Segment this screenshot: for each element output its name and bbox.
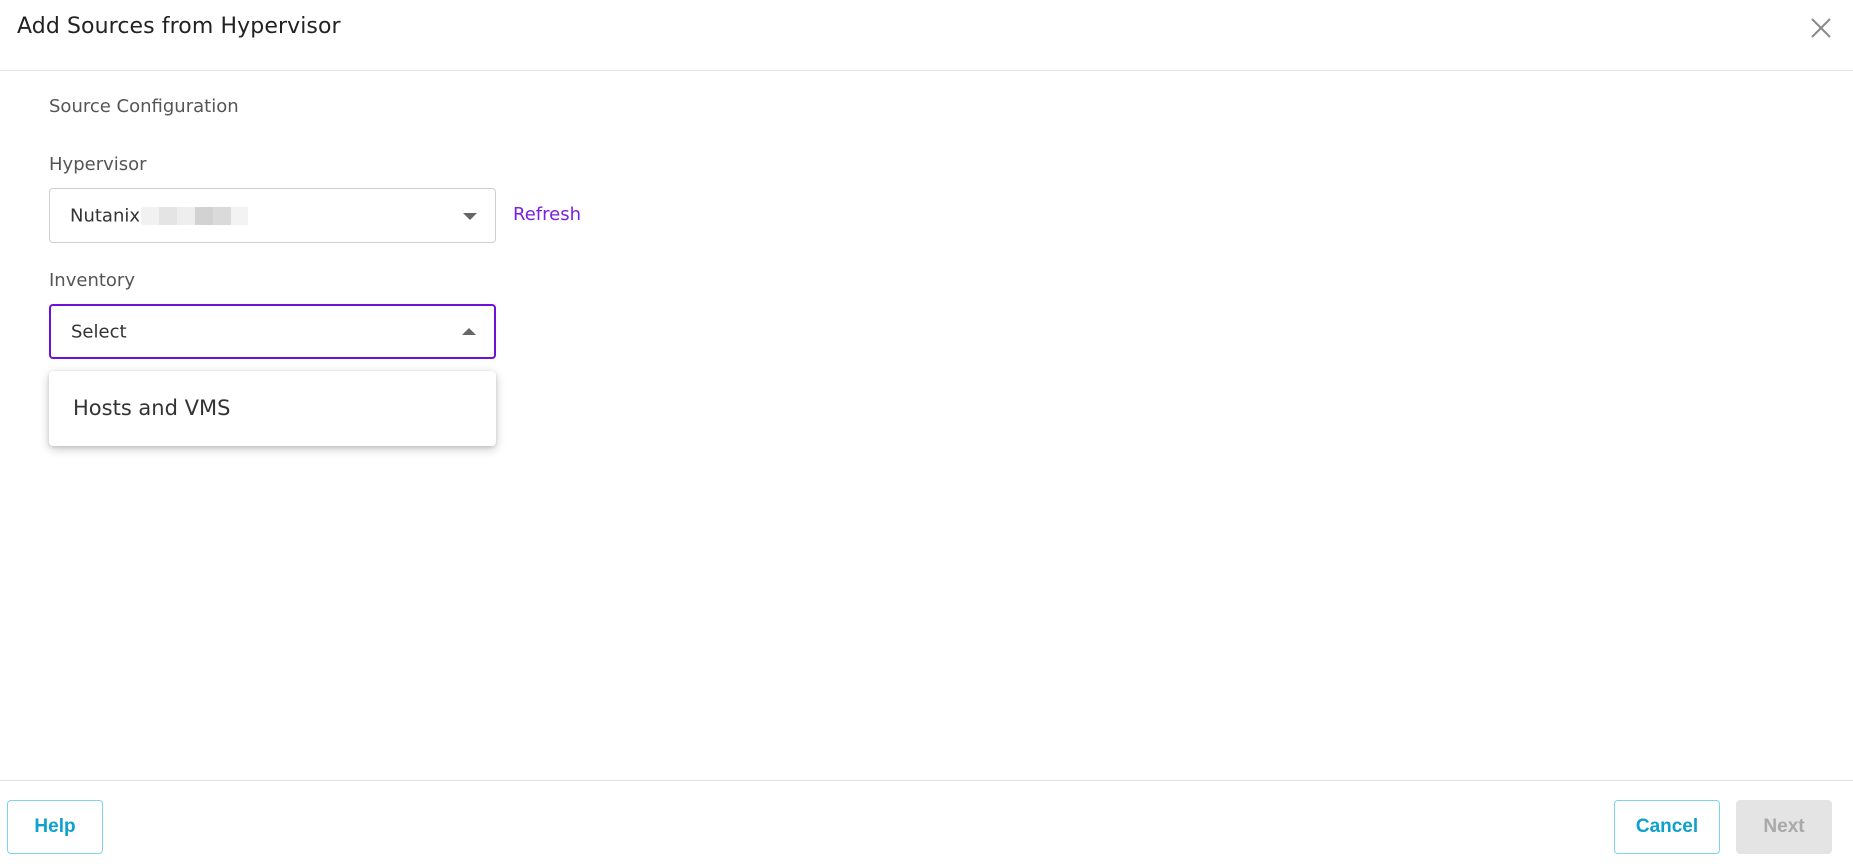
- dialog-title: Add Sources from Hypervisor: [17, 14, 341, 39]
- hypervisor-label: Hypervisor: [49, 154, 147, 175]
- section-label-source-configuration: Source Configuration: [49, 96, 239, 117]
- hypervisor-select[interactable]: Nutanix:: [49, 188, 496, 243]
- next-button[interactable]: Next: [1736, 800, 1832, 854]
- chevron-down-icon: [463, 212, 477, 220]
- inventory-dropdown-menu: Hosts and VMS: [49, 371, 496, 446]
- redacted-hypervisor-name: [141, 206, 248, 225]
- add-sources-dialog: Add Sources from Hypervisor Source Confi…: [0, 0, 1853, 864]
- inventory-option-hosts-and-vms[interactable]: Hosts and VMS: [49, 371, 496, 446]
- close-icon: [1811, 18, 1831, 38]
- hypervisor-select-value: Nutanix:: [70, 205, 147, 226]
- help-button[interactable]: Help: [7, 800, 103, 854]
- inventory-select-placeholder: Select: [71, 321, 127, 342]
- chevron-up-icon: [462, 327, 476, 335]
- close-button[interactable]: [1807, 14, 1835, 42]
- dialog-footer: Help Cancel Next: [0, 780, 1853, 864]
- cancel-button[interactable]: Cancel: [1614, 800, 1720, 854]
- inventory-label: Inventory: [49, 270, 135, 291]
- refresh-link[interactable]: Refresh: [513, 204, 581, 225]
- dialog-header: Add Sources from Hypervisor: [0, 0, 1853, 71]
- inventory-select[interactable]: Select: [49, 304, 496, 359]
